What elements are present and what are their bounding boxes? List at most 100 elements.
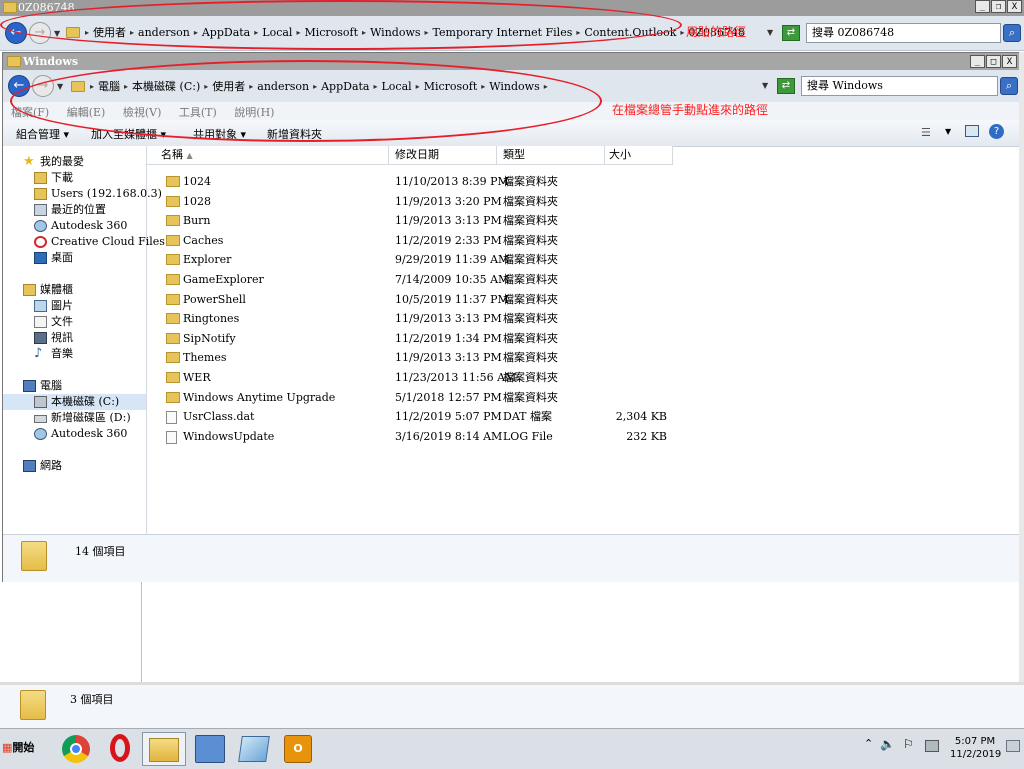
search-icon[interactable]: ⌕ [1000,77,1018,95]
nav-computer[interactable]: 電腦 [3,378,146,394]
breadcrumb-item[interactable]: anderson [135,26,193,39]
nav-item-network-share[interactable]: Users (192.168.0.3) [3,186,162,202]
address-dropdown-icon[interactable]: ▼ [766,28,774,37]
table-row[interactable]: Burn 11/9/2013 3:13 PM 檔案資料夾 [147,211,847,230]
help-icon[interactable]: ? [989,124,1004,139]
breadcrumb-item[interactable]: Windows [486,80,542,93]
show-desktop-button[interactable] [1006,740,1020,752]
breadcrumb-item[interactable]: Microsoft [421,80,481,93]
breadcrumb-item[interactable]: AppData [199,26,253,39]
outer-scrollbar[interactable] [1019,52,1024,682]
nav-item-videos[interactable]: 視訊 [3,330,146,346]
recent-pages-chevron-icon[interactable]: ▼ [53,29,61,38]
table-row[interactable]: Caches 11/2/2019 2:33 PM 檔案資料夾 [147,231,847,250]
menu-file[interactable]: 檔案(F) [11,106,49,119]
nav-item-downloads[interactable]: 下載 [3,170,146,186]
nav-item-pictures[interactable]: 圖片 [3,298,146,314]
breadcrumb-item[interactable]: 電腦 [95,78,123,94]
nav-item-volume-d[interactable]: 新增磁碟區 (D:) [3,410,146,426]
menu-edit[interactable]: 編輯(E) [67,106,106,119]
close-button[interactable]: X [1002,55,1017,68]
opera-taskbar-button[interactable] [98,732,142,766]
view-dropdown-chevron-icon[interactable]: ▼ [945,127,951,136]
nav-item-documents[interactable]: 文件 [3,314,146,330]
nav-item-autodesk-360-drive[interactable]: Autodesk 360 [3,426,146,442]
breadcrumb-item[interactable]: 使用者 [90,24,129,40]
column-header-size[interactable]: 大小 [605,146,673,165]
restore-button[interactable]: ❐ [991,0,1006,13]
column-header-type[interactable]: 類型 [497,146,605,165]
minimize-button[interactable]: _ [970,55,985,68]
breadcrumb-item[interactable]: Temporary Internet Files [430,26,576,39]
outer-window-titlebar[interactable]: 0Z086748 _ ❐ X [0,0,1024,16]
show-hidden-icons-button[interactable]: ⌃ [864,737,873,750]
start-button[interactable]: ▦開始 [2,738,34,758]
nav-item-local-disk-c[interactable]: 本機磁碟 (C:) [3,394,146,410]
nav-item-autodesk-360[interactable]: Autodesk 360 [3,218,146,234]
share-with-button[interactable]: 共用對象 ▾ [193,126,246,142]
breadcrumb-item[interactable]: Microsoft [301,26,361,39]
table-row[interactable]: WER 11/23/2013 11:56 AM 檔案資料夾 [147,368,847,387]
minimize-button[interactable]: _ [975,0,990,13]
table-row[interactable]: Windows Anytime Upgrade 5/1/2018 12:57 PM… [147,388,847,407]
forward-button[interactable]: → [32,75,54,97]
view-options-icon[interactable]: ☰ [921,126,931,139]
volume-icon[interactable]: 🔈 [880,737,895,751]
preview-pane-icon[interactable] [965,125,979,137]
nav-favorites[interactable]: ★ 我的最愛 [3,154,146,170]
back-button[interactable]: ← [8,75,30,97]
action-center-flag-icon[interactable]: ⚐ [903,737,914,751]
window-titlebar[interactable]: Windows _ □ X [3,53,1019,70]
refresh-icon[interactable]: ⇄ [777,78,795,94]
table-row[interactable]: Themes 11/9/2013 3:13 PM 檔案資料夾 [147,348,847,367]
close-button[interactable]: X [1007,0,1022,13]
table-row[interactable]: 1028 11/9/2013 3:20 PM 檔案資料夾 [147,192,847,211]
search-input[interactable]: 搜尋 Windows [801,76,998,96]
table-row[interactable]: Ringtones 11/9/2013 3:13 PM 檔案資料夾 [147,309,847,328]
table-row[interactable]: Explorer 9/29/2019 11:39 AM 檔案資料夾 [147,250,847,269]
address-bar[interactable]: ▸ 電腦 ▸ 本機磁碟 (C:) ▸ 使用者 ▸ anderson ▸ AppData ▸… [67,76,757,96]
nav-item-recent-places[interactable]: 最近的位置 [3,202,146,218]
breadcrumb-item[interactable]: 本機磁碟 (C:) [129,78,203,94]
clock[interactable]: 5:07 PM 11/2/2019 [950,735,1001,761]
search-icon[interactable]: ⌕ [1003,24,1021,42]
menu-tools[interactable]: 工具(T) [179,106,217,119]
maximize-button[interactable]: □ [986,55,1001,68]
add-to-library-button[interactable]: 加入至媒體櫃 ▾ [91,126,166,142]
column-header-date[interactable]: 修改日期 [389,146,497,165]
table-row[interactable]: GameExplorer 7/14/2009 10:35 AM 檔案資料夾 [147,270,847,289]
refresh-icon[interactable]: ⇄ [782,25,800,41]
breadcrumb-item[interactable]: Local [259,26,295,39]
outer-address-bar[interactable]: ▸ 使用者 ▸ anderson ▸ AppData ▸ Local ▸ Microso… [62,22,760,42]
control-panel-taskbar-button[interactable] [188,732,232,766]
table-row[interactable]: WindowsUpdate 3/16/2019 8:14 AM LOG File 23… [147,427,847,446]
forward-button[interactable]: → [29,22,51,44]
table-row[interactable]: 1024 11/10/2013 8:39 PM 檔案資料夾 [147,172,847,191]
breadcrumb-item[interactable]: Content.Outlook [581,26,679,39]
nav-item-creative-cloud[interactable]: Creative Cloud Files [3,234,165,250]
breadcrumb-item[interactable]: AppData [318,80,372,93]
address-dropdown-icon[interactable]: ▼ [761,81,769,90]
chrome-taskbar-button[interactable] [54,732,98,766]
breadcrumb-item[interactable]: anderson [254,80,312,93]
menu-help[interactable]: 說明(H) [234,106,274,119]
app-taskbar-button[interactable] [232,732,276,766]
organize-button[interactable]: 組合管理 ▾ [16,126,69,142]
explorer-taskbar-button[interactable] [142,732,186,766]
back-button[interactable]: ← [5,22,27,44]
nav-network[interactable]: 網路 [3,458,146,474]
network-status-icon[interactable] [925,740,939,752]
outer-search-input[interactable]: 搜尋 0Z086748 [806,23,1001,43]
recent-pages-chevron-icon[interactable]: ▼ [56,82,64,91]
breadcrumb-item[interactable]: 使用者 [209,78,248,94]
menu-view[interactable]: 檢視(V) [123,106,162,119]
breadcrumb-item[interactable]: Local [379,80,415,93]
table-row[interactable]: UsrClass.dat 11/2/2019 5:07 PM DAT 檔案 2,304… [147,407,847,426]
new-folder-button[interactable]: 新增資料夾 [267,126,322,142]
table-row[interactable]: PowerShell 10/5/2019 11:37 PM 檔案資料夾 [147,290,847,309]
breadcrumb-item[interactable]: Windows [367,26,423,39]
table-row[interactable]: SipNotify 11/2/2019 1:34 PM 檔案資料夾 [147,329,847,348]
nav-item-desktop[interactable]: 桌面 [3,250,146,266]
nav-libraries[interactable]: 媒體櫃 [3,282,146,298]
column-header-name[interactable]: 名稱 ▲ [147,146,389,165]
